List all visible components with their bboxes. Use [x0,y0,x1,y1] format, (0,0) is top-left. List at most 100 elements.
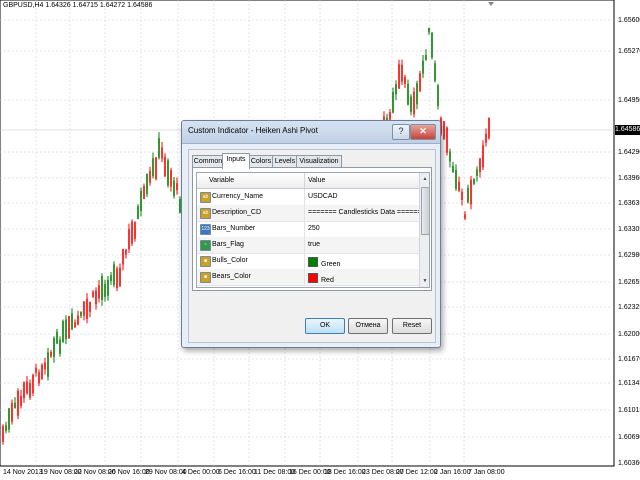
candle-body [470,179,472,205]
inputs-grid[interactable]: Variable Value ab Currency_Name USDCAD ab De… [196,172,430,288]
grid-row-bears-color[interactable]: ■ Bears_Color Red [197,269,419,286]
variable-value[interactable]: Green [308,257,340,268]
variable-name: Bars_Flag [212,241,244,248]
candle-body [29,383,31,398]
candle-body [74,322,76,328]
candle-body [161,147,163,159]
dialog-titlebar[interactable]: Custom Indicator - Heiken Ashi Pivot ? ✕ [182,121,440,144]
candle-body [434,63,436,81]
scrollbar-thumb[interactable] [421,187,429,235]
candle-body [68,316,70,339]
candle-body [479,158,481,173]
scroll-up-arrow-icon[interactable]: ▲ [421,175,429,183]
variable-name: Bars_Number [212,225,256,232]
cell-divider [304,253,305,269]
candle-body [428,27,430,33]
candle-body [110,275,112,281]
cell-divider [304,205,305,221]
time-axis-label: 7 Jan 08:00 [468,469,505,476]
color-swatch [308,273,318,283]
candle-body [488,117,490,139]
abc-string-icon: ab [200,208,211,219]
cell-divider [304,189,305,205]
price-axis-label: 1.62000 [618,331,640,338]
candle-body [485,133,487,143]
candle-body [89,302,91,312]
variable-value[interactable]: 250 [308,225,320,232]
integer-icon: 123 [200,224,211,235]
candle-body [452,165,454,173]
close-button[interactable]: ✕ [410,124,436,140]
custom-indicator-dialog: Custom Indicator - Heiken Ashi Pivot ? ✕… [181,120,441,348]
price-axis-label: 1.63305 [618,226,640,233]
candle-body [419,73,421,92]
candle-body [476,169,478,176]
value-text: Green [321,261,341,268]
candle-body [116,268,118,289]
current-price-marker: 1.64586 [615,125,640,135]
time-axis-label: 18 Dec 16:00 [324,469,366,476]
candle-body [83,301,85,316]
variable-value[interactable]: true [308,241,320,248]
shift-marker-icon [488,2,494,6]
candle-body [47,352,49,377]
candle-body [5,425,7,431]
cell-divider [304,269,305,285]
variable-value[interactable]: USDCAD [308,193,338,200]
candle-body [398,64,400,89]
cell-divider [304,237,305,253]
reset-button[interactable]: Reset [392,318,432,334]
variable-value[interactable]: ======= Candlesticks Data ======= [308,209,426,216]
vertical-scrollbar[interactable]: ▲ ▼ [419,173,429,287]
candle-body [62,321,64,343]
candle-body [53,337,55,358]
value-text: true [308,241,321,248]
inputs-tab-panel: Variable Value ab Currency_Name USDCAD ab De… [192,167,432,291]
bool-icon: ~ [200,240,211,251]
grid-row-description-cd[interactable]: ab Description_CD ======= Candlesticks Dat… [197,205,426,222]
tab-inputs[interactable]: Inputs [222,153,250,169]
candle-body [437,85,439,107]
grid-row-bars-number[interactable]: 123 Bars_Number 250 [197,221,419,238]
time-axis-label: 27 Dec 12:00 [396,469,438,476]
candle-body [413,91,415,115]
value-text: 250 [308,225,320,232]
price-axis-label: 1.65270 [618,48,640,55]
grid-row-bulls-color[interactable]: ■ Bulls_Color Green [197,253,419,270]
grid-row-bars-flag[interactable]: ~ Bars_Flag true [197,237,419,254]
candle-body [140,190,142,212]
candle-body [155,157,157,180]
candle-body [137,206,139,219]
price-axis-label: 1.65600 [618,17,640,24]
candle-body [2,425,4,443]
candle-body [446,127,448,153]
variable-value[interactable]: Red [308,273,334,284]
candle-body [8,408,10,430]
grid-row-currency-name[interactable]: ab Currency_Name USDCAD [197,189,419,206]
candle-body [458,181,460,191]
candle-body [77,315,79,325]
variable-name: Bulls_Color [212,257,248,264]
candle-body [152,158,154,177]
candle-body [422,60,424,74]
price-axis-label: 1.60690 [618,434,640,441]
candle-body [173,180,175,197]
cancel-button[interactable]: Отмена [348,318,388,334]
column-header-value[interactable]: Value [308,177,325,184]
column-divider[interactable] [304,173,305,188]
candle-body [122,248,124,265]
abc-string-icon: ab [200,192,211,203]
candle-body [134,222,136,239]
help-button[interactable]: ? [392,124,410,140]
candle-body [32,374,34,394]
candle-body [416,83,418,105]
ok-button[interactable]: OK [305,318,345,334]
value-text: ======= Candlesticks Data ======= [308,209,426,216]
candle-body [473,179,475,184]
price-axis-label: 1.64290 [618,149,640,156]
candle-body [104,283,106,297]
column-header-variable[interactable]: Variable [209,177,234,184]
scroll-down-arrow-icon[interactable]: ▼ [421,277,429,285]
candle-body [44,362,46,370]
candle-body [95,290,97,305]
